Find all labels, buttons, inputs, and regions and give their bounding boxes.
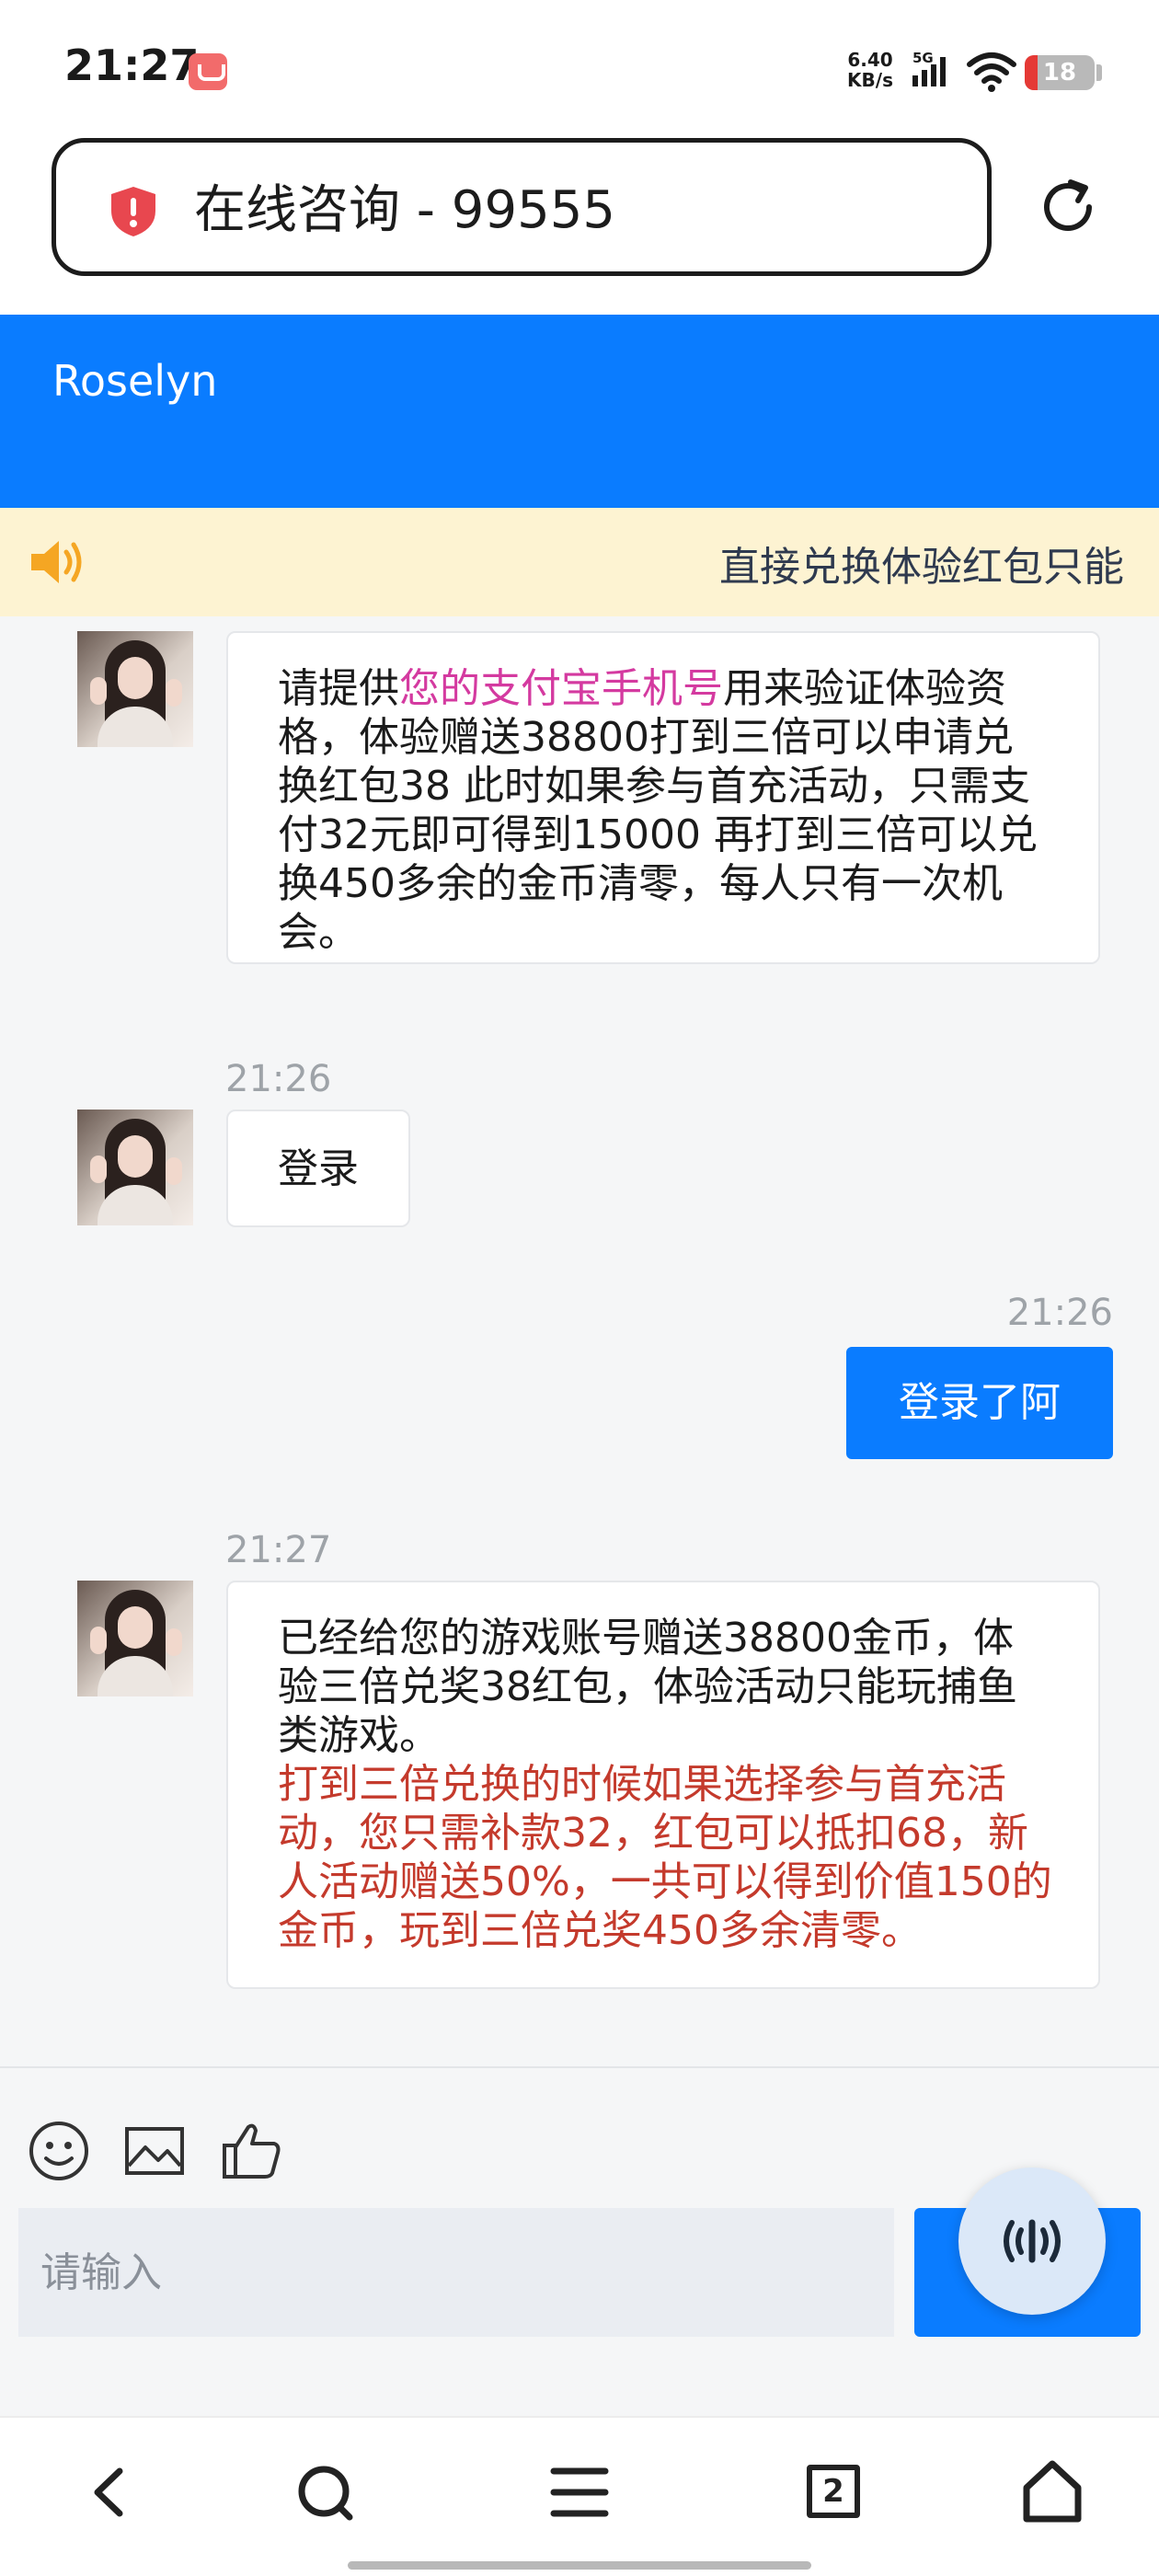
home-icon[interactable] bbox=[1006, 2451, 1098, 2534]
reload-icon[interactable] bbox=[1036, 175, 1100, 239]
wifi-icon bbox=[967, 52, 1016, 92]
message-text: 已经给您的游戏账号赠送38800金币，体验三倍兑奖38红包，体验活动只能玩捕鱼类… bbox=[278, 1615, 1017, 1759]
battery-tip bbox=[1096, 64, 1102, 81]
browser-toolbar: 在线咨询 - 99555 bbox=[0, 138, 1159, 315]
status-time: 21:27 bbox=[64, 40, 200, 90]
network-speed: 6.40 KB/s bbox=[839, 50, 901, 90]
status-bar: 21:27 6.40 KB/s 5G 18 bbox=[0, 0, 1159, 138]
message-highlight: 您的支付宝手机号 bbox=[399, 665, 723, 712]
composer bbox=[0, 2066, 1159, 2416]
back-icon[interactable] bbox=[64, 2451, 156, 2534]
message-text: 请提供 bbox=[278, 665, 399, 712]
message-bubble-incoming: 请提供您的支付宝手机号用来验证体验资格，体验赠送38800打到三倍可以申请兑换红… bbox=[226, 631, 1100, 964]
browser-bottom-nav: 2 bbox=[0, 2416, 1159, 2576]
message-bubble-incoming: 已经给您的游戏账号赠送38800金币，体验三倍兑奖38红包，体验活动只能玩捕鱼类… bbox=[226, 1581, 1100, 1989]
page: 21:27 6.40 KB/s 5G 18 在线咨询 - 99555 Rosel… bbox=[0, 0, 1159, 2576]
avatar[interactable] bbox=[77, 1581, 193, 1696]
menu-icon[interactable] bbox=[534, 2451, 625, 2534]
battery-icon: 18 bbox=[1025, 55, 1095, 90]
image-icon[interactable] bbox=[121, 2118, 188, 2184]
battery-level: 18 bbox=[1042, 59, 1077, 86]
avatar[interactable] bbox=[77, 1110, 193, 1225]
emoji-icon[interactable] bbox=[26, 2118, 92, 2184]
network-speed-value: 6.40 bbox=[847, 49, 893, 71]
thumbs-up-icon[interactable] bbox=[219, 2118, 285, 2184]
message-bubble-incoming: 登录 bbox=[226, 1110, 410, 1227]
message-text: 登录了阿 bbox=[899, 1379, 1061, 1426]
notice-bar[interactable]: 直接兑换体验红包只能 bbox=[0, 508, 1159, 616]
network-speed-unit: KB/s bbox=[847, 69, 893, 91]
notice-text: 直接兑换体验红包只能 bbox=[719, 544, 1124, 591]
signal-icon: 5G bbox=[912, 50, 946, 86]
shield-icon[interactable] bbox=[108, 185, 159, 238]
network-type: 5G bbox=[912, 50, 934, 66]
search-icon[interactable] bbox=[280, 2451, 372, 2534]
message-text: 登录 bbox=[278, 1145, 359, 1192]
home-indicator[interactable] bbox=[348, 2561, 811, 2570]
agent-name: Roselyn bbox=[52, 356, 218, 406]
chat-header: Roselyn bbox=[0, 315, 1159, 508]
message-timestamp: 21:26 bbox=[1006, 1292, 1113, 1334]
avatar[interactable] bbox=[77, 631, 193, 747]
message-timestamp: 21:27 bbox=[225, 1529, 332, 1571]
message-input[interactable] bbox=[18, 2208, 894, 2337]
shopping-bag-icon bbox=[189, 53, 227, 90]
message-list: 请提供您的支付宝手机号用来验证体验资格，体验赠送38800打到三倍可以申请兑换红… bbox=[0, 616, 1159, 2066]
url-bar[interactable]: 在线咨询 - 99555 bbox=[52, 138, 992, 276]
message-highlight: 打到三倍兑换的时候如果选择参与首充活动，您只需补款32，红包可以抵扣68，新人活… bbox=[278, 1761, 1052, 1954]
tab-count: 2 bbox=[807, 2465, 860, 2518]
message-timestamp: 21:26 bbox=[225, 1058, 332, 1100]
tabs-button[interactable]: 2 bbox=[787, 2451, 879, 2534]
voice-button[interactable] bbox=[958, 2168, 1106, 2315]
message-bubble-outgoing: 登录了阿 bbox=[846, 1347, 1113, 1459]
voice-wave-icon bbox=[1004, 2219, 1061, 2263]
speaker-icon bbox=[31, 541, 82, 583]
url-title[interactable]: 在线咨询 - 99555 bbox=[194, 179, 615, 242]
